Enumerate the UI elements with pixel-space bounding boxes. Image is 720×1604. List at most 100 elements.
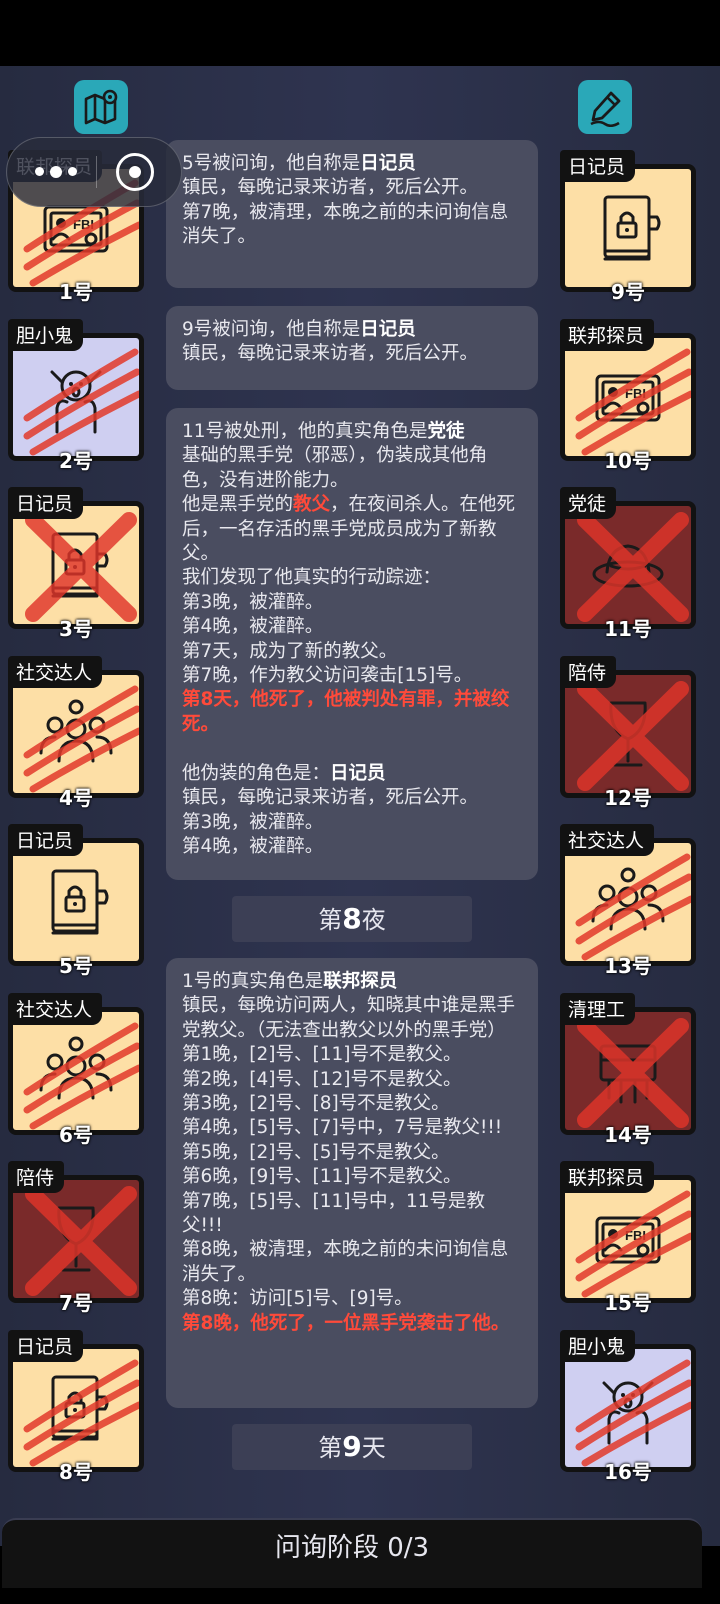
portrait-background [13, 843, 139, 961]
player-portrait [8, 1175, 144, 1303]
portrait-background [565, 1011, 691, 1130]
role-name-text: 联邦探员 [323, 971, 398, 992]
role-label: 社交达人 [8, 992, 103, 1025]
message-card: 1号的真实角色是联邦探员 镇民，每晚访问两人，知晓其中谁是黑手党教父。（无法查出… [166, 958, 538, 1408]
message-card: 5号被问询，他自称是日记员 镇民，每晚记录来访者，死后公开。 第7晚，被清理，本… [166, 140, 538, 288]
message-segment: 5号被问询，他自称是 [182, 153, 361, 174]
dead-cross-mark [577, 1017, 689, 1128]
player-card[interactable]: 日记员 3号 [8, 487, 144, 641]
player-card[interactable]: 日记员 8号 [8, 1329, 144, 1484]
player-card[interactable]: 陪侍 12号 [560, 655, 696, 810]
highlight-text: 教父 [293, 494, 331, 516]
message-segment: 他伪装的角色是： [182, 762, 331, 784]
portrait-background [565, 169, 691, 287]
player-card[interactable]: 胆小鬼 16号 [560, 1329, 696, 1484]
player-portrait [560, 669, 696, 798]
player-portrait [8, 669, 144, 798]
phase-suffix: 夜 [361, 906, 386, 934]
role-label: 日记员 [8, 1329, 84, 1362]
message-card: 11号被处刑，他的真实角色是党徒 基础的黑手党（邪恶），伪装成其他角色，没有进阶… [166, 408, 538, 880]
no-mark [13, 843, 139, 961]
player-number: 1号 [59, 280, 93, 304]
player-card[interactable]: FBI 联邦探员 10号 [560, 318, 696, 473]
highlight-text: 第8晚，他死了，一位黑手党袭击了他。 [182, 1312, 510, 1334]
player-portrait [8, 1343, 144, 1472]
role-name-text: 日记员 [330, 762, 386, 784]
player-number: 2号 [59, 448, 93, 473]
capsule-divider [95, 156, 97, 188]
phase-day-label: 第9天 [232, 1424, 472, 1470]
claw-scratch-mark [575, 348, 691, 455]
player-portrait [560, 501, 696, 629]
notes-button[interactable] [578, 80, 632, 134]
player-card[interactable]: 日记员 9号 [560, 150, 696, 304]
portrait-background [565, 674, 691, 793]
claw-scratch-mark [575, 1190, 691, 1298]
player-number: 12号 [604, 785, 652, 810]
portrait-background [13, 1011, 139, 1130]
player-card[interactable]: 日记员 5号 [8, 824, 144, 978]
phase-night-label: 第8夜 [232, 896, 472, 942]
player-number: 4号 [59, 785, 93, 810]
player-card[interactable]: FBI 联邦探员 15号 [560, 1161, 696, 1315]
portrait-background: FBI [565, 1180, 691, 1298]
dead-cross-mark [577, 512, 689, 622]
player-number: 9号 [611, 280, 645, 304]
portrait-background [565, 506, 691, 624]
role-name-text: 日记员 [360, 319, 416, 340]
player-card[interactable]: 胆小鬼 2号 [8, 318, 144, 473]
role-name-text: 日记员 [360, 153, 416, 174]
message-segment: 镇民，每晚记录来访者，死后公开。 第3晚，被灌醉。 第4晚，被灌醉。 [182, 787, 479, 857]
player-card[interactable]: 社交达人 4号 [8, 655, 144, 810]
player-number: 10号 [604, 448, 652, 473]
player-number: 7号 [59, 1291, 93, 1315]
role-label: 胆小鬼 [8, 318, 84, 351]
message-text: 1号的真实角色是联邦探员 镇民，每晚访问两人，知晓其中谁是黑手党教父。（无法查出… [182, 970, 522, 1336]
role-label: 胆小鬼 [560, 1329, 636, 1362]
player-portrait [560, 1343, 696, 1472]
player-number: 16号 [604, 1459, 652, 1484]
player-number: 15号 [604, 1291, 652, 1315]
player-card[interactable]: 清理工 14号 [560, 992, 696, 1147]
portrait-background [13, 506, 139, 624]
role-label: 陪侍 [8, 1161, 65, 1193]
message-segment: ，在夜间杀人。在他死后，一名存活的黑手党成员成为了新教父。 我们发现了他真实的行… [182, 494, 516, 687]
portrait-background [13, 337, 139, 456]
map-button[interactable] [74, 80, 128, 134]
close-target-icon[interactable] [115, 153, 154, 191]
message-segment: 镇民，每晚访问两人，知晓其中谁是黑手党教父。（无法查出教父以外的黑手党） 第1晚… [182, 995, 516, 1310]
player-card[interactable]: 社交达人 6号 [8, 992, 144, 1147]
player-number: 14号 [604, 1122, 652, 1147]
player-card[interactable]: 社交达人 13号 [560, 824, 696, 978]
phase-number: 9 [342, 1430, 362, 1463]
player-number: 6号 [59, 1122, 93, 1147]
player-portrait: FBI [560, 1175, 696, 1303]
message-card: 9号被问询，他自称是日记员 镇民，每晚记录来访者，死后公开。 [166, 306, 538, 390]
claw-scratch-mark [23, 1359, 139, 1466]
player-number: 8号 [59, 1459, 93, 1484]
portrait-background: FBI [565, 337, 691, 456]
pencil-note-icon [590, 91, 621, 127]
role-label: 清理工 [560, 992, 636, 1025]
map-pin-icon [84, 89, 118, 125]
claw-scratch-mark [23, 685, 139, 792]
claw-scratch-mark [23, 348, 139, 455]
portrait-background [13, 1180, 139, 1298]
player-portrait [560, 1006, 696, 1135]
role-label: 联邦探员 [560, 1161, 655, 1193]
message-text: 9号被问询，他自称是日记员 镇民，每晚记录来访者，死后公开。 [182, 318, 522, 367]
message-text: 5号被问询，他自称是日记员 镇民，每晚记录来访者，死后公开。 第7晚，被清理，本… [182, 152, 522, 250]
player-number: 3号 [59, 617, 93, 641]
claw-scratch-mark [23, 1022, 139, 1129]
more-menu-icon[interactable] [34, 165, 77, 178]
player-card[interactable]: 陪侍 7号 [8, 1161, 144, 1315]
player-portrait [8, 501, 144, 629]
mini-program-capsule [6, 137, 182, 207]
player-card[interactable]: 党徒 11号 [560, 487, 696, 641]
dead-cross-mark [25, 512, 137, 622]
player-portrait [560, 838, 696, 966]
player-number: 11号 [604, 617, 652, 641]
role-label: 日记员 [8, 487, 84, 519]
no-mark [565, 169, 691, 287]
bottom-phase-bar[interactable]: 问询阶段 0/3 [2, 1518, 702, 1588]
